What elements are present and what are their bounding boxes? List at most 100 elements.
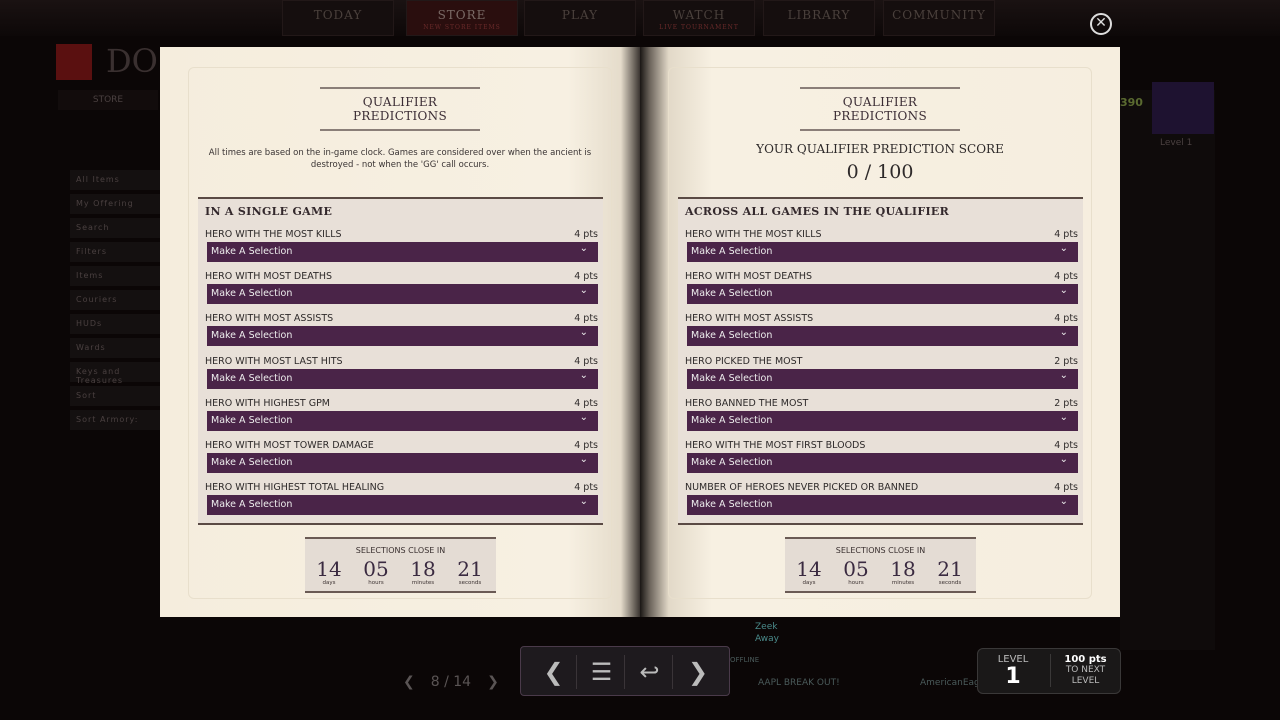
nav-tab-play[interactable]: PLAY <box>524 0 636 36</box>
prediction-points: 4 pts <box>574 313 598 325</box>
chevron-down-icon: ⌄ <box>579 454 588 465</box>
prediction-points: 4 pts <box>574 229 598 240</box>
chevron-down-icon: ⌄ <box>1059 454 1068 465</box>
hero-select-dropdown[interactable]: Make A Selection ⌄ <box>207 368 598 389</box>
friend-name[interactable]: AAPL BREAK OUT! <box>758 678 840 688</box>
prediction-points: 4 pts <box>574 397 598 409</box>
sidebar-item[interactable]: Items <box>70 266 170 286</box>
hero-select-dropdown[interactable]: Make A Selection ⌄ <box>207 242 598 262</box>
level-value: 1 <box>1005 664 1021 689</box>
prediction-book: QUALIFIER PREDICTIONS All times are base… <box>160 47 1120 617</box>
right-page: QUALIFIER PREDICTIONS YOUR QUALIFIER PRE… <box>640 47 1120 617</box>
sidebar-item[interactable]: Sort Armory: <box>70 410 170 430</box>
hero-select-dropdown[interactable]: Make A Selection ⌄ <box>687 284 1078 305</box>
store-button[interactable]: STORE <box>58 90 158 110</box>
timer-value: 21 <box>937 557 963 581</box>
prediction-label: HERO PICKED THE MOST <box>685 355 803 367</box>
level-panel: LEVEL 1 100 pts TO NEXT LEVEL <box>977 648 1121 694</box>
dropdown-value: Make A Selection <box>691 457 773 468</box>
chevron-down-icon: ⌄ <box>1059 496 1068 508</box>
level-badge <box>1152 82 1214 134</box>
friend-name[interactable]: Zeek <box>755 622 777 632</box>
sidebar-item[interactable]: Sort <box>70 386 170 406</box>
nav-tab-community[interactable]: COMMUNITY <box>883 0 995 36</box>
hero-select-dropdown[interactable]: Make A Selection ⌄ <box>687 326 1078 347</box>
prev-page-icon[interactable]: ❮ <box>403 674 415 690</box>
prediction-row: HERO WITH THE MOST KILLS 4 pts Make A Sele… <box>685 229 1078 269</box>
prediction-row: HERO BANNED THE MOST 2 pts Make A Selectio… <box>685 398 1078 438</box>
sidebar-item[interactable]: Search <box>70 218 170 238</box>
logo-text: DO <box>106 42 158 80</box>
nav-tab-today[interactable]: TODAY <box>282 0 394 36</box>
store-sidebar: All Items My Offering Search Filters Items Co… <box>70 170 170 434</box>
countdown-timer: SELECTIONS CLOSE IN 14 days 05 hours 18 minute… <box>305 537 496 593</box>
chevron-down-icon: ⌄ <box>579 327 588 339</box>
left-page: QUALIFIER PREDICTIONS All times are base… <box>160 47 640 617</box>
chevron-down-icon: ⌄ <box>1059 411 1068 423</box>
timer-seconds: 21 seconds <box>450 559 490 587</box>
list-icon[interactable]: ☰ <box>579 655 625 689</box>
hero-select-dropdown[interactable]: Make A Selection ⌄ <box>207 284 598 305</box>
prediction-points: 2 pts <box>1054 355 1078 367</box>
hero-select-dropdown[interactable]: Make A Selection ⌄ <box>687 242 1078 262</box>
hero-select-dropdown[interactable]: Make A Selection ⌄ <box>687 410 1078 431</box>
timer-value: 14 <box>796 557 822 581</box>
prediction-row: HERO PICKED THE MOST 2 pts Make A Selectio… <box>685 356 1078 396</box>
back-icon[interactable]: ↩ <box>627 655 673 689</box>
timer-unit: minutes <box>411 580 435 586</box>
timer-value: 05 <box>843 557 869 581</box>
prediction-points: 4 pts <box>1054 313 1078 325</box>
chevron-down-icon: ⌄ <box>1059 285 1068 297</box>
timer-minutes: 18 minutes <box>403 559 443 587</box>
hero-select-dropdown[interactable]: Make A Selection ⌄ <box>207 453 598 473</box>
close-icon[interactable]: ✕ <box>1090 13 1112 35</box>
dropdown-value: Make A Selection <box>691 372 773 384</box>
offline-label: OFFLINE <box>730 656 760 664</box>
prediction-label: NUMBER OF HEROES NEVER PICKED OR BANNED <box>685 482 919 494</box>
timer-unit: minutes <box>891 580 915 586</box>
sidebar-item[interactable]: Wards <box>70 338 170 358</box>
sidebar-item[interactable]: All Items <box>70 170 170 190</box>
chevron-down-icon: ⌄ <box>579 285 588 297</box>
prev-arrow-icon[interactable]: ❮ <box>531 655 577 689</box>
sidebar-item[interactable]: My Offering <box>70 194 170 214</box>
timer-value: 21 <box>457 557 483 581</box>
nav-tab-watch[interactable]: WATCH LIVE TOURNAMENT <box>643 0 755 36</box>
dropdown-value: Make A Selection <box>211 499 293 511</box>
timer-value: 05 <box>363 557 389 581</box>
prediction-row: HERO WITH MOST LAST HITS 4 pts Make A Sele… <box>205 356 598 396</box>
next-page-icon[interactable]: ❯ <box>487 674 499 690</box>
nav-tab-label: TODAY <box>313 8 363 22</box>
dropdown-value: Make A Selection <box>691 499 773 511</box>
sidebar-item[interactable]: Keys and Treasures <box>70 362 170 385</box>
prediction-label: HERO WITH MOST ASSISTS <box>205 313 334 325</box>
prediction-points: 2 pts <box>1054 397 1078 409</box>
prediction-points: 4 pts <box>1054 271 1078 283</box>
sidebar-item[interactable]: HUDs <box>70 314 170 334</box>
hero-select-dropdown[interactable]: Make A Selection ⌄ <box>207 326 598 347</box>
hero-select-dropdown[interactable]: Make A Selection ⌄ <box>207 410 598 431</box>
nav-tab-library[interactable]: LIBRARY <box>763 0 875 36</box>
timer-unit: seconds <box>938 580 962 586</box>
timer-heading: SELECTIONS CLOSE IN <box>355 546 446 555</box>
prediction-label: HERO WITH THE MOST FIRST BLOODS <box>685 440 866 451</box>
hero-select-dropdown[interactable]: Make A Selection ⌄ <box>687 368 1078 389</box>
hero-select-dropdown[interactable]: Make A Selection ⌄ <box>687 495 1078 516</box>
book-controls: ❮ ☰ ↩ ❯ <box>520 646 730 696</box>
nav-tab-sub: LIVE TOURNAMENT <box>659 24 739 31</box>
hero-select-dropdown[interactable]: Make A Selection ⌄ <box>207 495 598 516</box>
timer-hours: 05 hours <box>356 559 396 587</box>
nav-tab-sub: NEW STORE ITEMS <box>423 24 501 31</box>
section-title: ACROSS ALL GAMES IN THE QUALIFIER <box>685 205 950 218</box>
prediction-label: HERO WITH HIGHEST GPM <box>205 397 330 409</box>
dropdown-value: Make A Selection <box>211 414 293 426</box>
timer-unit: hours <box>848 580 864 586</box>
prediction-points: 4 pts <box>1054 482 1078 494</box>
hero-select-dropdown[interactable]: Make A Selection ⌄ <box>687 453 1078 473</box>
prediction-label: HERO WITH MOST TOWER DAMAGE <box>205 440 374 451</box>
next-arrow-icon[interactable]: ❯ <box>675 655 721 689</box>
timer-days: 14 days <box>789 559 829 587</box>
sidebar-item[interactable]: Filters <box>70 242 170 262</box>
nav-tab-store[interactable]: STORE NEW STORE ITEMS <box>406 0 518 36</box>
sidebar-item[interactable]: Couriers <box>70 290 170 310</box>
